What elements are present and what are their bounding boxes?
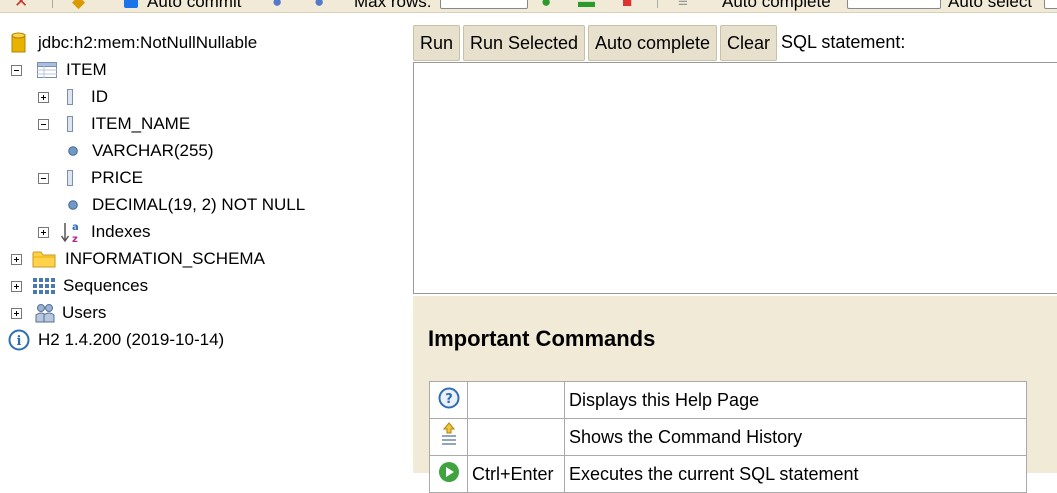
run-icon[interactable]	[438, 461, 460, 483]
column-type-label: VARCHAR(255)	[92, 141, 214, 160]
tree-item-version: i H2 1.4.200 (2019-10-14)	[8, 327, 224, 353]
toolbar-icon[interactable]: ✕	[14, 0, 28, 12]
run-toolbar-icon[interactable]: ●	[541, 0, 551, 12]
help-icon[interactable]: ?	[438, 387, 460, 409]
auto-commit-checkbox[interactable]	[124, 0, 138, 8]
toolbar: ✕ ◆ Auto commit ● ● Max rows: ● ▬ ■ ≡ Au…	[0, 0, 1057, 13]
column-label: ID	[91, 87, 108, 106]
tree-item-column-type[interactable]: DECIMAL(19, 2) NOT NULL	[68, 192, 305, 218]
column-label: PRICE	[91, 168, 143, 187]
icon-cell	[429, 418, 468, 456]
tree-item-column-id[interactable]: ID	[38, 84, 108, 110]
svg-text:?: ?	[445, 392, 453, 407]
description-cell: Executes the current SQL statement	[564, 455, 1027, 493]
history-icon[interactable]	[439, 421, 459, 448]
shortcut-cell	[467, 381, 565, 419]
type-icon	[68, 146, 78, 156]
run-selected-toolbar-icon[interactable]: ▬	[578, 0, 595, 12]
run-selected-button[interactable]: Run Selected	[463, 25, 586, 61]
folder-icon	[32, 251, 56, 268]
expand-icon[interactable]	[11, 253, 22, 265]
column-icon	[67, 89, 73, 105]
database-icon	[11, 32, 26, 53]
commands-table: ? Displays this Help Page Shows the Comm…	[429, 381, 1027, 493]
expand-icon[interactable]	[38, 91, 49, 103]
table-row: Shows the Command History	[429, 418, 1027, 456]
tree-item-table-item[interactable]: ITEM	[11, 57, 107, 83]
column-icon	[67, 116, 73, 132]
users-icon	[35, 304, 55, 323]
users-label: Users	[62, 303, 107, 322]
clear-button[interactable]: Clear	[720, 25, 778, 61]
auto-select-select[interactable]	[1044, 0, 1057, 9]
max-rows-label: Max rows:	[354, 0, 432, 11]
schema-tree: jdbc:h2:mem:NotNullNullable ITEM ID ITEM…	[0, 28, 400, 473]
tree-item-sequences[interactable]: Sequences	[11, 273, 148, 299]
svg-text:i: i	[17, 334, 22, 349]
history-toolbar-icon[interactable]: ≡	[678, 0, 688, 12]
connection-label: jdbc:h2:mem:NotNullNullable	[38, 33, 258, 52]
indexes-label: Indexes	[91, 222, 151, 241]
table-label: ITEM	[66, 60, 107, 79]
run-button[interactable]: Run	[413, 25, 461, 61]
sql-statement-label: SQL statement:	[781, 32, 906, 52]
table-icon	[37, 62, 57, 78]
column-type-label: DECIMAL(19, 2) NOT NULL	[92, 195, 306, 214]
tree-item-information-schema[interactable]: INFORMATION_SCHEMA	[11, 246, 265, 272]
column-label: ITEM_NAME	[91, 114, 191, 133]
version-label: H2 1.4.200 (2019-10-14)	[38, 330, 225, 349]
shortcut-cell: Ctrl+Enter	[467, 455, 565, 493]
description-cell: Shows the Command History	[564, 418, 1027, 456]
auto-complete-select[interactable]	[847, 0, 941, 9]
tree-item-users[interactable]: Users	[11, 300, 106, 326]
table-row: Ctrl+Enter Executes the current SQL stat…	[429, 455, 1027, 493]
type-icon	[68, 200, 78, 210]
toolbar-separator	[52, 0, 53, 8]
collapse-icon[interactable]	[38, 172, 49, 184]
auto-complete-label: Auto complete	[722, 0, 831, 11]
table-row: ? Displays this Help Page	[429, 381, 1027, 419]
auto-commit-label: Auto commit	[147, 0, 242, 11]
tree-item-column-price[interactable]: PRICE	[38, 165, 143, 191]
commit-icon[interactable]: ●	[314, 0, 324, 12]
max-rows-select[interactable]	[440, 0, 528, 9]
icon-cell: ?	[429, 381, 468, 419]
column-icon	[67, 170, 73, 186]
svg-text:z: z	[72, 234, 78, 244]
rollback-icon[interactable]: ●	[272, 0, 282, 12]
description-cell: Displays this Help Page	[564, 381, 1027, 419]
shortcut-cell	[467, 418, 565, 456]
toolbar-separator	[657, 0, 658, 8]
sequences-icon	[33, 278, 55, 294]
auto-complete-button[interactable]: Auto complete	[588, 25, 718, 61]
schema-label: INFORMATION_SCHEMA	[65, 249, 265, 268]
auto-select-label: Auto select	[948, 0, 1033, 11]
help-title: Important Commands	[428, 326, 656, 351]
sql-input[interactable]	[413, 62, 1057, 294]
tree-item-connection[interactable]: jdbc:h2:mem:NotNullNullable	[10, 30, 257, 56]
icon-cell	[429, 455, 468, 493]
svg-text:a: a	[72, 222, 79, 233]
expand-icon[interactable]	[38, 226, 49, 238]
sequences-label: Sequences	[63, 276, 149, 295]
expand-icon[interactable]	[11, 307, 22, 319]
info-icon: i	[8, 329, 30, 351]
sort-az-icon: a z	[60, 222, 79, 244]
tree-item-column-item-name[interactable]: ITEM_NAME	[38, 111, 190, 137]
expand-icon[interactable]	[11, 280, 22, 292]
collapse-icon[interactable]	[11, 64, 22, 76]
refresh-icon[interactable]: ◆	[72, 0, 85, 12]
stop-icon[interactable]: ■	[622, 0, 632, 12]
tree-item-column-type[interactable]: VARCHAR(255)	[68, 138, 214, 164]
tree-item-indexes[interactable]: a z Indexes	[38, 219, 151, 245]
help-panel: Important Commands ? Displays this Help …	[413, 296, 1057, 493]
collapse-icon[interactable]	[38, 118, 49, 130]
